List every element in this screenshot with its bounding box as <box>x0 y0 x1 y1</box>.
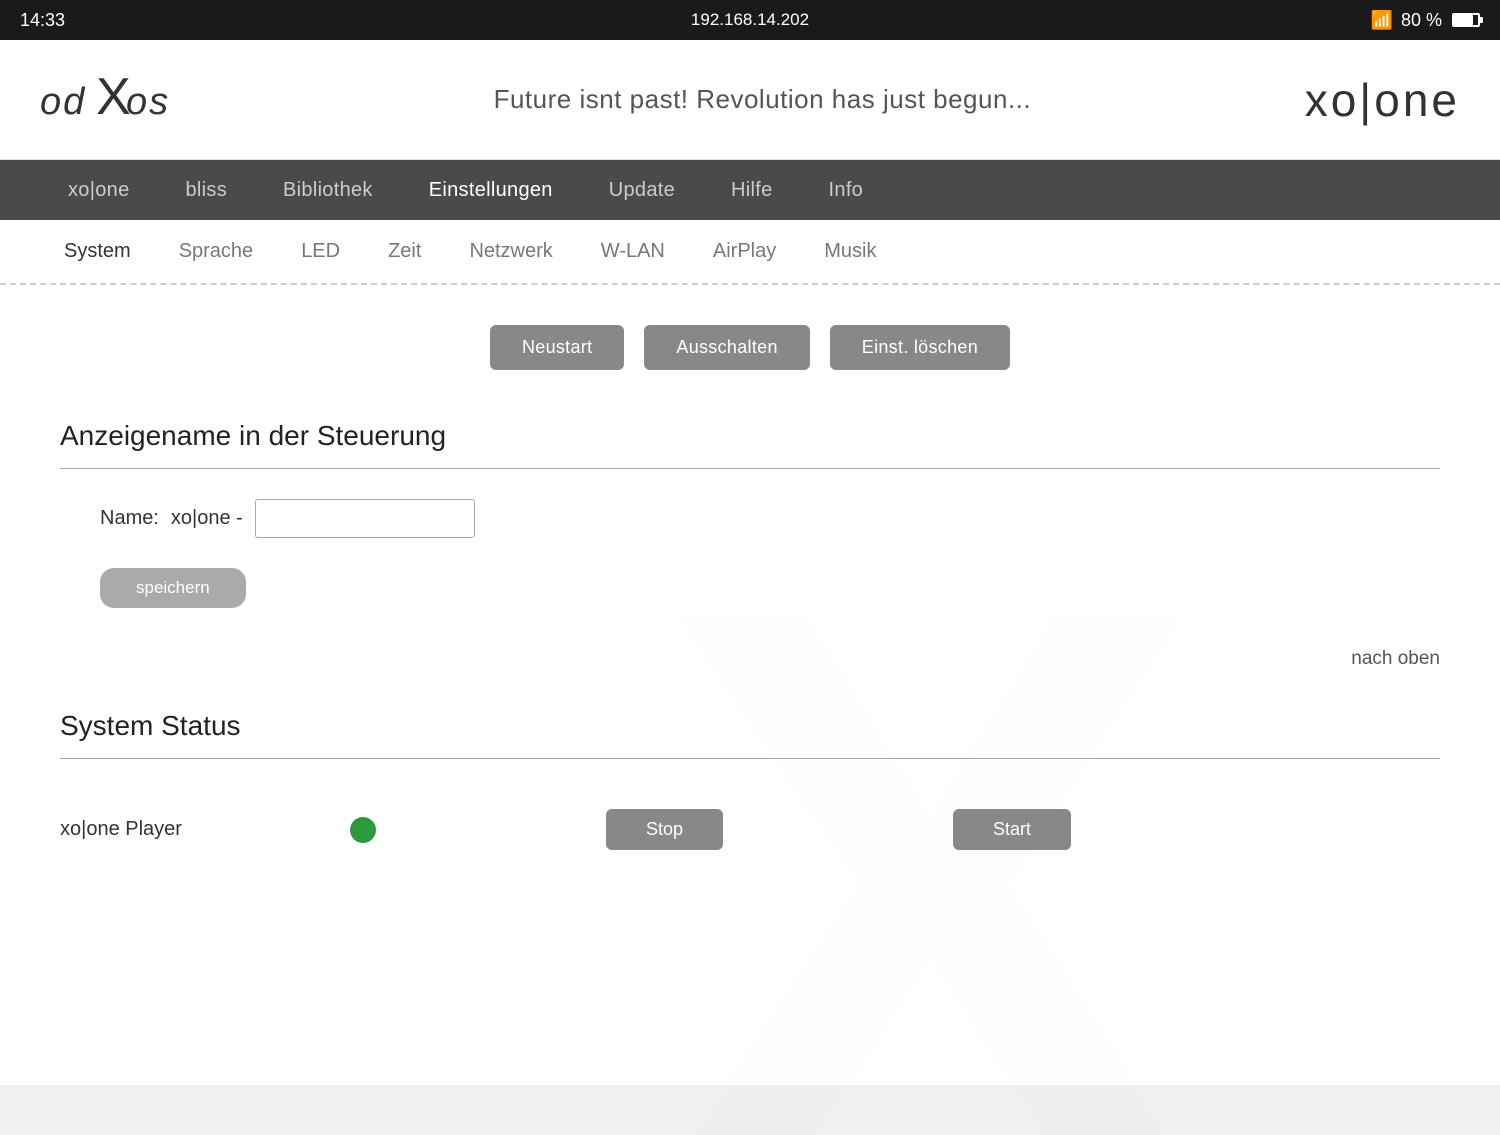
xoone-logo: xo|one <box>1305 73 1460 127</box>
sub-nav-zeit[interactable]: Zeit <box>364 219 445 284</box>
ausschalten-button[interactable]: Ausschalten <box>644 325 809 370</box>
anzeigename-divider <box>60 468 1440 469</box>
status-right: 📶 80 % <box>1371 10 1480 31</box>
odxos-logo: od X os <box>40 72 220 127</box>
name-prefix: xo|one - <box>171 507 243 530</box>
speichern-button[interactable]: speichern <box>100 568 246 608</box>
stop-button[interactable]: Stop <box>606 809 723 850</box>
sub-nav-netzwerk[interactable]: Netzwerk <box>445 219 576 284</box>
status-time: 14:33 <box>20 10 65 31</box>
header: od X os Future isnt past! Revolution has… <box>0 40 1500 160</box>
sub-nav-wlan[interactable]: W-LAN <box>577 219 689 284</box>
sub-nav-airplay[interactable]: AirPlay <box>689 219 800 284</box>
nav-item-hilfe[interactable]: Hilfe <box>703 160 801 220</box>
system-status-title: System Status <box>60 710 1440 742</box>
sub-nav-musik[interactable]: Musik <box>800 219 900 284</box>
player-label: xo|one Player <box>60 818 260 841</box>
sub-nav-led[interactable]: LED <box>277 219 364 284</box>
anzeigename-title: Anzeigename in der Steuerung <box>60 420 1440 452</box>
neustart-button[interactable]: Neustart <box>490 325 624 370</box>
name-row: Name: xo|one - <box>60 499 1440 538</box>
sub-nav-sprache[interactable]: Sprache <box>155 219 278 284</box>
nav-item-info[interactable]: Info <box>801 160 892 220</box>
player-status-indicator <box>350 817 376 843</box>
system-status-divider <box>60 758 1440 759</box>
status-ip: 192.168.14.202 <box>691 10 809 30</box>
action-buttons-group: Neustart Ausschalten Einst. löschen <box>60 325 1440 370</box>
nav-item-bibliothek[interactable]: Bibliothek <box>255 160 401 220</box>
anzeigename-section: Anzeigename in der Steuerung Name: xo|on… <box>60 420 1440 608</box>
nach-oben[interactable]: nach oben <box>60 648 1440 670</box>
odxos-logo-svg: od X os <box>40 72 220 127</box>
start-button[interactable]: Start <box>953 809 1071 850</box>
nav-item-einstellungen[interactable]: Einstellungen <box>401 160 581 220</box>
nav-item-xoone[interactable]: xo|one <box>40 160 158 220</box>
main-nav: xo|one bliss Bibliothek Einstellungen Up… <box>0 160 1500 220</box>
status-row-player: xo|one Player Stop Start <box>60 789 1440 870</box>
sub-nav-system[interactable]: System <box>40 219 155 284</box>
header-tagline: Future isnt past! Revolution has just be… <box>494 84 1032 115</box>
system-status-section: System Status xo|one Player Stop Start <box>60 710 1440 870</box>
battery-text: 80 % <box>1401 10 1442 31</box>
svg-text:os: os <box>126 81 170 123</box>
nav-item-update[interactable]: Update <box>581 160 703 220</box>
wifi-icon: 📶 <box>1371 10 1393 31</box>
battery-icon <box>1452 13 1480 27</box>
nav-item-bliss[interactable]: bliss <box>158 160 256 220</box>
sub-nav: System Sprache LED Zeit Netzwerk W-LAN A… <box>0 220 1500 285</box>
content-area: X Neustart Ausschalten Einst. löschen An… <box>0 285 1500 1085</box>
name-input[interactable] <box>255 499 475 538</box>
status-bar: 14:33 192.168.14.202 📶 80 % <box>0 0 1500 40</box>
einst-loeschen-button[interactable]: Einst. löschen <box>830 325 1010 370</box>
name-label: Name: <box>100 507 159 530</box>
svg-text:od: od <box>40 81 86 123</box>
